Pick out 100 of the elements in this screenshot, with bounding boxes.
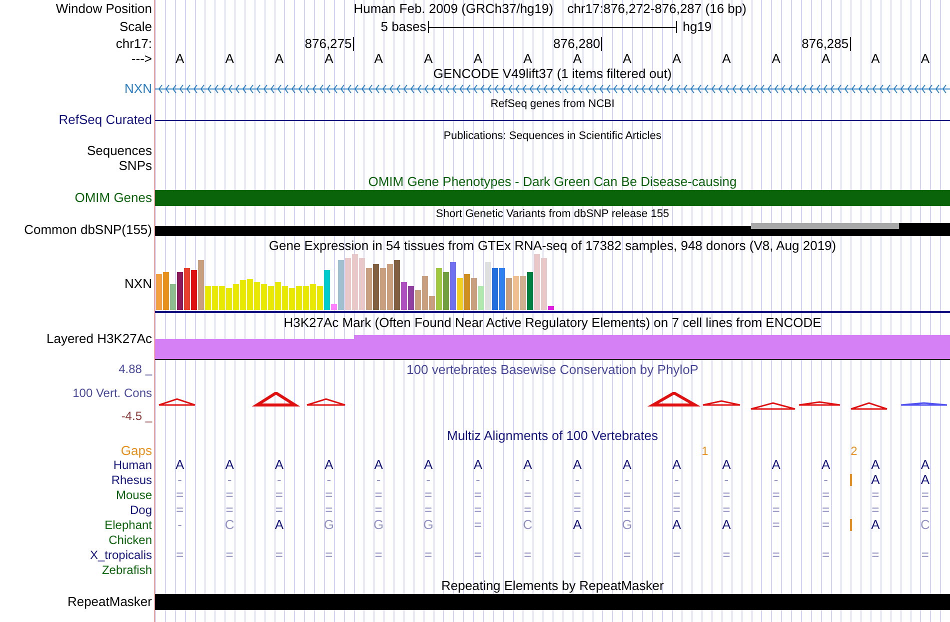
ruler-tick: 876,275 [304, 36, 354, 52]
aligned-base: A [871, 458, 880, 473]
aligned-base: = [226, 488, 234, 503]
aligned-base: = [374, 548, 382, 563]
scale-text: 5 bases [380, 20, 428, 34]
aligned-base: = [921, 503, 929, 518]
sequence-base: A [871, 52, 880, 67]
scale-db: hg19 [682, 20, 712, 34]
axis-min-label: -4.5 _ [121, 410, 152, 424]
aligned-base: G [374, 518, 384, 533]
aligned-base: A [424, 458, 433, 473]
aligned-base: = [176, 488, 184, 503]
aligned-base: = [474, 548, 482, 563]
track-label[interactable]: OMIM Genes [74, 190, 152, 206]
aligned-base: A [573, 518, 582, 533]
aligned-base: - [376, 473, 381, 488]
aligned-base: - [227, 473, 232, 488]
aligned-base: G [423, 518, 434, 533]
track-label[interactable]: NXN [124, 276, 152, 292]
aligned-base: = [623, 503, 631, 518]
sequence-base: A [672, 52, 682, 67]
species-label[interactable]: Dog [130, 504, 152, 518]
strand-label: ---> [131, 52, 152, 67]
track-label[interactable]: SNPs [118, 159, 152, 174]
aligned-base: = [772, 503, 780, 518]
aligned-base: = [872, 503, 880, 518]
aligned-base: = [524, 503, 532, 518]
aligned-base: = [623, 488, 631, 503]
species-label[interactable]: Rhesus [111, 474, 152, 488]
aligned-base: = [623, 548, 631, 563]
axis-max-label: 4.88 _ [118, 363, 152, 377]
sequence-base: A [324, 52, 334, 67]
aligned-base: A [672, 458, 682, 473]
aligned-base: A [274, 458, 284, 473]
aligned-base: - [774, 473, 778, 488]
sequence-base: A [722, 52, 731, 67]
aligned-base: = [524, 548, 532, 563]
aligned-base: - [674, 473, 679, 488]
aligned-base: = [822, 503, 830, 518]
aligned-base: - [724, 473, 729, 488]
gap-count: 2 [850, 445, 858, 458]
aligned-base: A [176, 458, 184, 473]
track-label[interactable]: Sequences [86, 144, 152, 159]
aligned-base: A [573, 458, 582, 473]
aligned-base: = [921, 548, 929, 563]
aligned-base: A [722, 458, 731, 473]
row-label: chr17: [116, 36, 152, 52]
aligned-base: - [575, 473, 580, 488]
sequence-base: A [920, 52, 930, 67]
aligned-base: = [574, 503, 582, 518]
track-label[interactable]: RepeatMasker [67, 594, 152, 610]
aligned-base: = [226, 503, 234, 518]
track-label[interactable]: NXN [124, 82, 152, 97]
row-label: Scale [119, 20, 152, 34]
aligned-base: A [772, 458, 780, 473]
aligned-base: A [672, 518, 682, 533]
aligned-base: G [622, 518, 632, 533]
track-label[interactable]: Layered H3K27Ac [46, 332, 152, 347]
aligned-base: = [374, 503, 382, 518]
species-label[interactable]: Elephant [104, 518, 152, 532]
species-label[interactable]: Human [113, 458, 152, 472]
aligned-base: A [821, 458, 830, 473]
aligned-base: = [325, 503, 333, 518]
track-title: Short Genetic Variants from dbSNP release 155 [436, 208, 670, 220]
aligned-base: = [921, 488, 929, 503]
aligned-base: = [325, 488, 333, 503]
aligned-base: A [920, 458, 930, 473]
aligned-base: = [574, 548, 582, 563]
track-label[interactable]: 100 Vert. Cons [72, 386, 152, 400]
species-label[interactable]: Mouse [116, 488, 152, 502]
row-label: Window Position [56, 2, 152, 16]
sequence-base: A [523, 52, 532, 67]
species-label[interactable]: X_tropicalis [90, 548, 152, 562]
aligned-base: = [176, 503, 184, 518]
aligned-base: = [872, 548, 880, 563]
aligned-base: = [524, 488, 532, 503]
assembly-title: Human Feb. 2009 (GRCh37/hg19) [354, 2, 554, 16]
aligned-base: A [274, 518, 284, 533]
aligned-base: A [474, 458, 482, 473]
species-label[interactable]: Chicken [108, 534, 152, 548]
position-range: chr17:876,272-876,287 (16 bp) [567, 2, 746, 16]
aligned-base: A [871, 473, 880, 488]
species-label[interactable]: Zebrafish [102, 564, 152, 578]
track-title: OMIM Gene Phenotypes - Dark Green Can Be Disease-causing [368, 174, 737, 190]
aligned-base: A [871, 518, 880, 533]
aligned-base: = [424, 548, 432, 563]
aligned-base: = [474, 518, 482, 533]
aligned-base: = [772, 548, 780, 563]
track-title: GENCODE V49lift37 (1 items filtered out) [433, 66, 672, 82]
track-label[interactable]: Common dbSNP(155) [24, 222, 152, 238]
aligned-base: = [722, 488, 730, 503]
aligned-base: = [275, 488, 284, 503]
aligned-base: = [176, 548, 184, 563]
track-label[interactable]: RefSeq Curated [58, 112, 152, 128]
aligned-base: = [424, 488, 432, 503]
aligned-base: C [522, 518, 532, 533]
track-title: H3K27Ac Mark (Often Found Near Active Regulatory Elements) on 7 cell lines from ENCODE [284, 316, 822, 330]
aligned-base: A [374, 458, 383, 473]
aligned-base: - [277, 473, 282, 488]
aligned-base: = [325, 548, 333, 563]
